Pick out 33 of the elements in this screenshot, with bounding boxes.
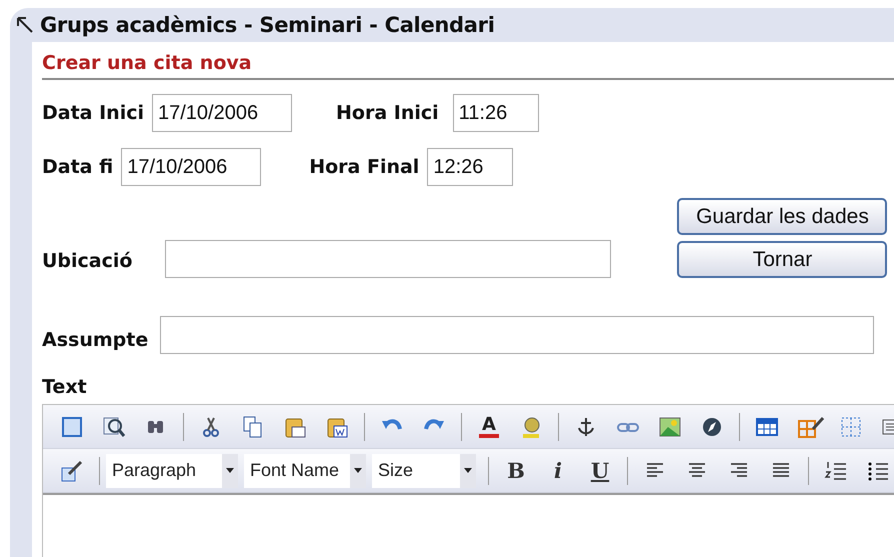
- location-field[interactable]: [165, 240, 612, 278]
- italic-button[interactable]: i: [537, 454, 579, 488]
- date-field[interactable]: 17/10/2006: [152, 94, 292, 132]
- underline-button[interactable]: U: [579, 454, 621, 488]
- font-color-button[interactable]: A: [468, 410, 510, 444]
- dropdown[interactable]: Size: [372, 454, 476, 488]
- window-title: Grups acadèmics - Seminari - Calendari: [40, 13, 495, 37]
- bold-button[interactable]: B: [495, 454, 537, 488]
- edit-icon[interactable]: [60, 458, 84, 482]
- grid-icon[interactable]: [839, 414, 863, 438]
- form-heading: Crear una cita nova: [42, 52, 253, 76]
- time-field[interactable]: 12:26: [427, 148, 514, 186]
- caret-icon: [464, 468, 472, 473]
- field-label: Assumpte: [42, 329, 148, 351]
- image-icon[interactable]: [658, 414, 682, 438]
- source-icon[interactable]: [60, 414, 84, 438]
- time-field[interactable]: 11:26: [452, 94, 539, 132]
- field-label: Hora Final: [309, 156, 420, 178]
- caret-icon: [226, 468, 234, 473]
- field-label: Ubicació: [42, 250, 132, 272]
- back-button[interactable]: Tornar: [677, 241, 888, 278]
- field-label: Data Inici: [42, 102, 144, 124]
- dropdown[interactable]: Font Name: [244, 454, 366, 488]
- field-label: Hora Inici: [336, 102, 439, 124]
- subject-field[interactable]: [160, 316, 874, 354]
- dropdown[interactable]: Paragraph: [106, 454, 238, 488]
- field-label: Data fi: [42, 156, 114, 178]
- caret-icon: [354, 468, 362, 473]
- save-button[interactable]: Guardar les dades: [677, 198, 888, 235]
- date-field[interactable]: 17/10/2006: [121, 148, 262, 186]
- preview-icon[interactable]: [102, 414, 126, 438]
- arrow-icon[interactable]: [16, 16, 34, 34]
- field-label: Text: [42, 376, 88, 398]
